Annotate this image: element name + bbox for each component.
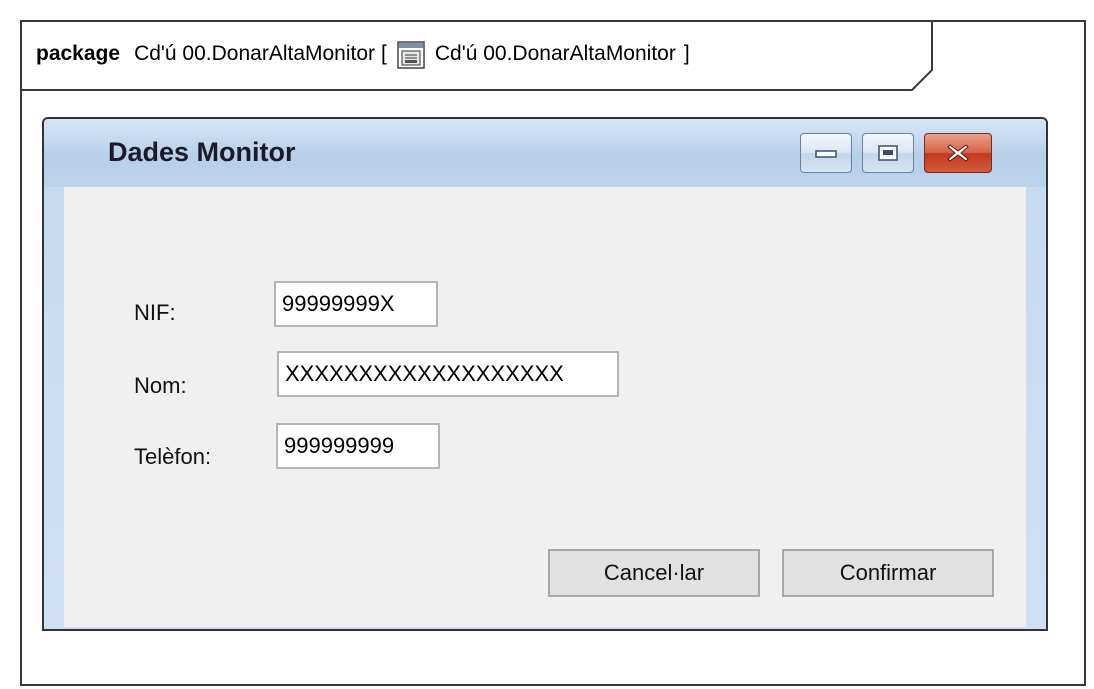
window-diagram-icon [397, 41, 425, 69]
minimize-button[interactable] [800, 133, 852, 173]
diagram-reference[interactable]: Cd'ú 00.DonarAltaMonitor [435, 42, 676, 66]
close-icon [947, 144, 969, 162]
nif-label: NIF: [134, 300, 176, 325]
dialog-window: Dades Monitor NIF: 99999999X Nom: XXXXXX… [42, 117, 1048, 631]
confirm-button[interactable]: Confirmar [782, 549, 994, 597]
nom-label: Nom: [134, 373, 187, 398]
dialog-titlebar[interactable]: Dades Monitor [44, 119, 1046, 187]
package-name: Cd'ú 00.DonarAltaMonitor [134, 42, 376, 65]
maximize-icon [878, 145, 898, 161]
telefon-input[interactable]: 999999999 [276, 423, 440, 469]
minimize-icon [815, 150, 837, 158]
maximize-button[interactable] [862, 133, 914, 173]
close-bracket: ] [683, 42, 690, 65]
close-button[interactable] [924, 133, 992, 173]
dialog-title: Dades Monitor [108, 137, 296, 167]
nom-input[interactable]: XXXXXXXXXXXXXXXXXXX [277, 351, 619, 397]
telefon-label: Telèfon: [134, 444, 212, 469]
open-bracket: [ [381, 42, 387, 65]
nif-input[interactable]: 99999999X [274, 281, 438, 327]
cancel-button[interactable]: Cancel·lar [548, 549, 760, 597]
package-frame: package Cd'ú 00.DonarAltaMonitor [ Cd'ú … [20, 20, 1086, 686]
dialog-content: NIF: 99999999X Nom: XXXXXXXXXXXXXXXXXXX … [64, 187, 1026, 627]
package-keyword: package [36, 42, 121, 65]
package-tab-label: package Cd'ú 00.DonarAltaMonitor [ Cd'ú … [36, 38, 690, 70]
